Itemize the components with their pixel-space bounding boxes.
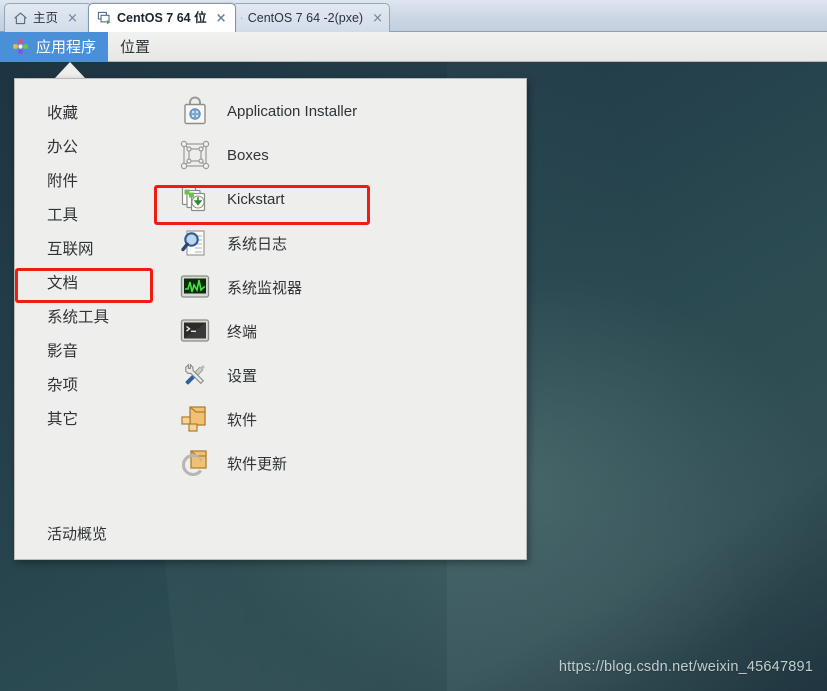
application-list: Application Installer Boxes Kickstart 系统… — [165, 79, 526, 507]
magnifier-log-icon — [181, 230, 205, 256]
app-label: 设置 — [227, 367, 258, 385]
category-item-office[interactable]: 办公 — [15, 129, 165, 163]
category-item-accessories[interactable]: 附件 — [15, 163, 165, 197]
category-label: 工具 — [47, 207, 79, 224]
menu-pointer-arrow — [55, 62, 85, 78]
wrench-screwdriver-icon — [185, 363, 205, 385]
category-label: 影音 — [47, 343, 79, 360]
category-label: 其它 — [47, 411, 79, 428]
gnome-top-bar: 应用程序 位置 — [0, 31, 827, 62]
package-icon — [181, 406, 206, 432]
category-item-other[interactable]: 其它 — [15, 401, 165, 435]
category-label: 互联网 — [47, 241, 94, 258]
tab-home[interactable]: 主页 × — [4, 3, 92, 32]
app-label: 软件更新 — [227, 455, 288, 473]
applications-menu-panel: 收藏 办公 附件 工具 互联网 文档 系统工具 影音 杂项 其它 Applica… — [14, 78, 527, 560]
tab-close-icon[interactable]: × — [67, 12, 78, 25]
app-item-application-installer[interactable]: Application Installer — [165, 89, 526, 133]
app-label: 系统监视器 — [227, 279, 303, 297]
app-item-software-update[interactable]: 软件更新 — [165, 441, 526, 485]
app-label: Boxes — [227, 146, 269, 164]
package-refresh-icon — [181, 450, 207, 477]
home-icon — [14, 12, 27, 24]
vm-tab-strip: 主页 × CentOS 7 64 位 × CentOS 7 64 -2(pxe)… — [0, 0, 827, 32]
category-item-sound-video[interactable]: 影音 — [15, 333, 165, 367]
tab-close-icon[interactable]: × — [216, 12, 227, 25]
screenshot-root: 主页 × CentOS 7 64 位 × CentOS 7 64 -2(pxe)… — [0, 0, 827, 691]
app-item-kickstart[interactable]: Kickstart — [165, 177, 526, 221]
category-item-tools[interactable]: 工具 — [15, 197, 165, 231]
places-menu-button[interactable]: 位置 — [108, 32, 162, 62]
menu-body: 收藏 办公 附件 工具 互联网 文档 系统工具 影音 杂项 其它 Applica… — [15, 79, 526, 507]
category-label: 收藏 — [47, 105, 79, 122]
app-item-settings[interactable]: 设置 — [165, 353, 526, 397]
app-item-boxes[interactable]: Boxes — [165, 133, 526, 177]
app-item-software[interactable]: 软件 — [165, 397, 526, 441]
stacked-documents-download-icon — [181, 186, 206, 212]
tab-close-icon[interactable]: × — [372, 12, 383, 25]
app-label: Application Installer — [227, 102, 358, 120]
tab-centos7-64[interactable]: CentOS 7 64 位 × — [88, 3, 236, 32]
category-label: 附件 — [47, 173, 79, 190]
activities-overview-label: 活动概览 — [47, 525, 108, 543]
category-label: 系统工具 — [47, 309, 110, 326]
tab-home-label: 主页 — [33, 10, 59, 25]
category-item-system-tools[interactable]: 系统工具 — [15, 299, 165, 333]
applications-menu-button[interactable]: 应用程序 — [0, 31, 109, 62]
tab-centos7-64-pxe[interactable]: CentOS 7 64 -2(pxe) × — [232, 3, 390, 32]
category-label: 办公 — [47, 139, 79, 156]
category-item-internet[interactable]: 互联网 — [15, 231, 165, 265]
watermark-text: https://blog.csdn.net/weixin_45647891 — [558, 659, 813, 675]
terminal-icon — [180, 319, 210, 342]
tab-centos7-64-label: CentOS 7 64 位 — [117, 10, 207, 25]
category-item-favorites[interactable]: 收藏 — [15, 95, 165, 129]
category-item-documents[interactable]: 文档 — [15, 265, 165, 299]
places-menu-label: 位置 — [120, 39, 151, 56]
category-item-sundry[interactable]: 杂项 — [15, 367, 165, 401]
category-label: 文档 — [47, 275, 79, 292]
applications-menu-label: 应用程序 — [36, 39, 97, 56]
tab-centos7-64-pxe-label: CentOS 7 64 -2(pxe) — [247, 10, 364, 25]
app-label: Kickstart — [227, 190, 285, 208]
virtual-machine-icon — [241, 17, 243, 19]
category-list: 收藏 办公 附件 工具 互联网 文档 系统工具 影音 杂项 其它 — [15, 79, 165, 507]
activities-overview-row[interactable]: 活动概览 — [15, 507, 526, 559]
shopping-bag-icon — [184, 96, 206, 125]
monitor-graph-icon — [180, 275, 210, 298]
category-label: 杂项 — [47, 377, 79, 394]
app-label: 系统日志 — [227, 235, 288, 253]
app-item-system-monitor[interactable]: 系统监视器 — [165, 265, 526, 309]
wireframe-cube-icon — [180, 140, 210, 170]
app-label: 终端 — [227, 323, 258, 341]
virtual-machine-icon — [97, 11, 111, 24]
app-item-system-logs[interactable]: 系统日志 — [165, 221, 526, 265]
app-label: 软件 — [227, 411, 258, 429]
app-item-terminal[interactable]: 终端 — [165, 309, 526, 353]
fedora-logo-icon — [13, 39, 28, 54]
